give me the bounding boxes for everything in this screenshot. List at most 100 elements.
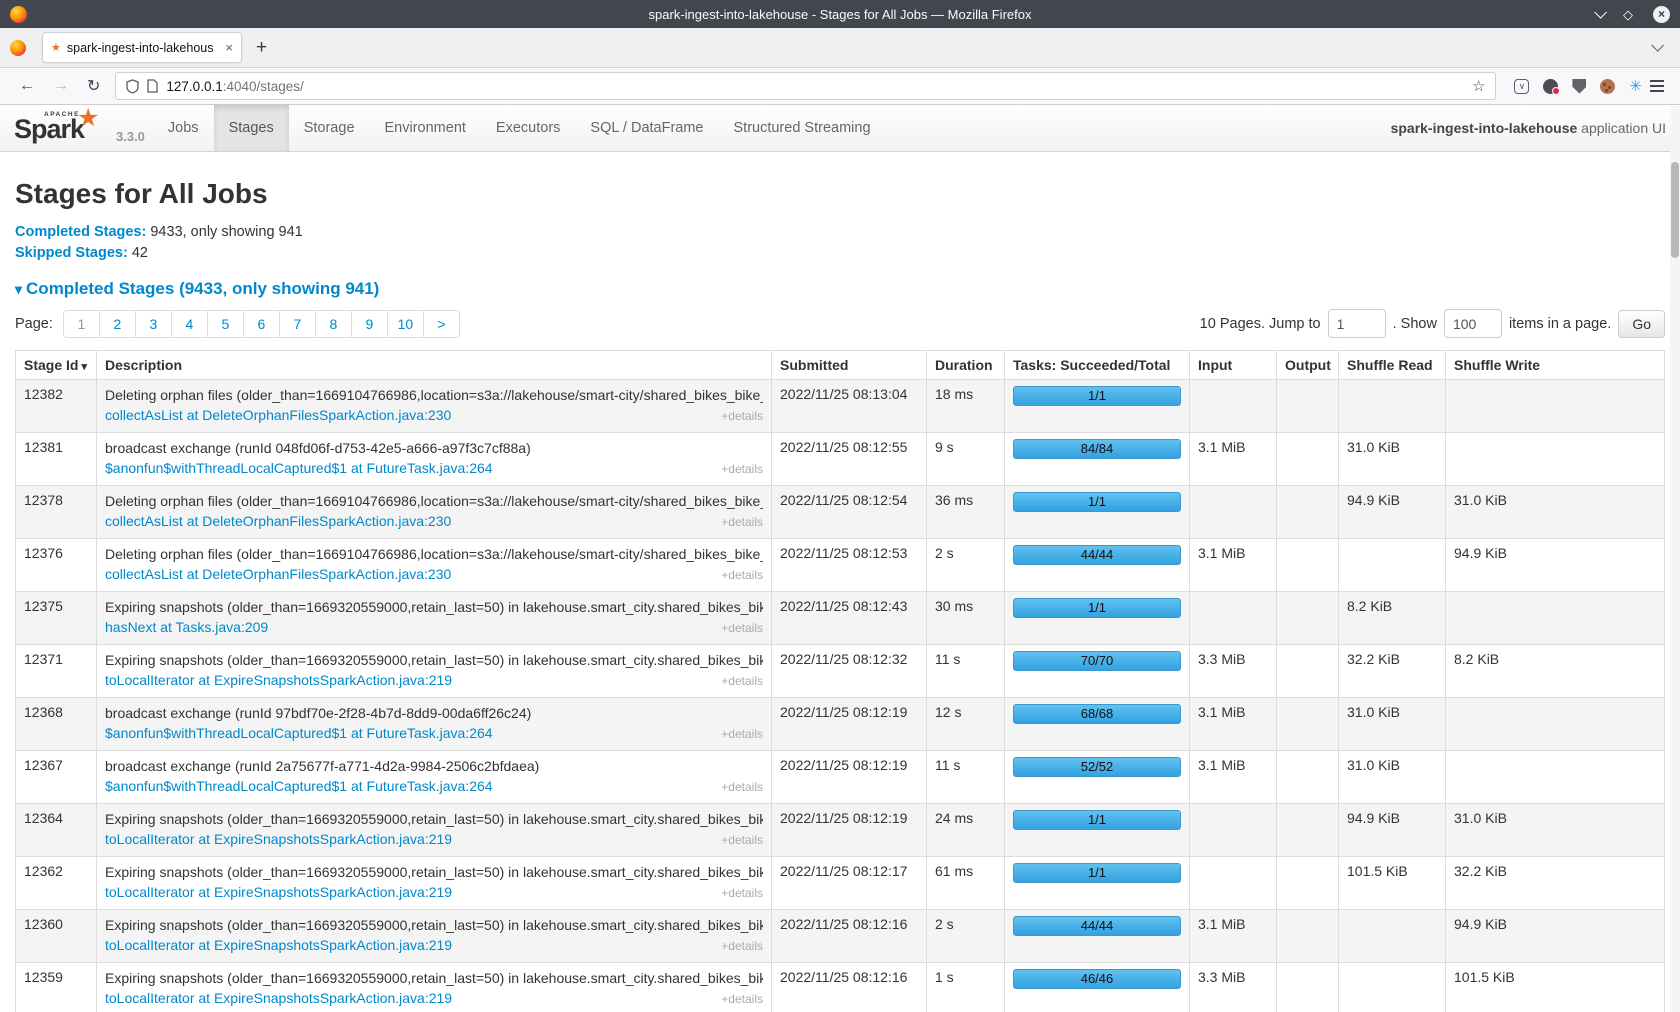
bookmark-star-icon[interactable]: ☆ xyxy=(1472,77,1485,95)
column-header-submitted[interactable]: Submitted xyxy=(772,351,927,380)
stage-description: Expiring snapshots (older_than=166932055… xyxy=(97,963,772,1012)
list-tabs-chevron-icon[interactable] xyxy=(1651,39,1664,52)
shuffle-write-size: 31.0 KiB xyxy=(1446,486,1665,539)
nav-tab-storage[interactable]: Storage xyxy=(289,105,370,151)
table-row: 12382Deleting orphan files (older_than=1… xyxy=(16,380,1665,433)
nav-tab-environment[interactable]: Environment xyxy=(370,105,481,151)
stage-detail-link[interactable]: $anonfun$withThreadLocalCaptured$1 at Fu… xyxy=(105,723,493,743)
extension-cookie-icon[interactable] xyxy=(1600,79,1615,94)
details-toggle[interactable]: +details xyxy=(721,989,763,1009)
column-header-shuffle-write[interactable]: Shuffle Write xyxy=(1446,351,1665,380)
stage-detail-link[interactable]: hasNext at Tasks.java:209 xyxy=(105,617,268,637)
page-button-10[interactable]: 10 xyxy=(387,310,424,338)
forward-button[interactable]: → xyxy=(44,77,78,95)
output-size xyxy=(1277,380,1339,433)
url-host: 127.0.0.1 xyxy=(166,79,222,94)
spark-logo[interactable]: APACHE Spark ★ xyxy=(14,105,114,152)
collapse-arrow-icon[interactable]: ▾ xyxy=(15,281,22,297)
details-toggle[interactable]: +details xyxy=(721,777,763,797)
shield-permissions-icon[interactable] xyxy=(126,79,139,94)
url-text[interactable]: 127.0.0.1:4040/stages/ xyxy=(166,79,1464,94)
details-toggle[interactable]: +details xyxy=(721,459,763,479)
window-minimize-icon[interactable] xyxy=(1594,6,1607,19)
page-button-2[interactable]: 2 xyxy=(99,310,136,338)
window-close-icon[interactable]: × xyxy=(1653,6,1670,23)
nav-tab-jobs[interactable]: Jobs xyxy=(153,105,214,151)
page-button-1[interactable]: 1 xyxy=(63,310,100,338)
column-header-output[interactable]: Output xyxy=(1277,351,1339,380)
pages-summary: 10 Pages. Jump to xyxy=(1200,316,1321,332)
go-button[interactable]: Go xyxy=(1618,310,1665,338)
tab-close-icon[interactable]: × xyxy=(225,40,233,55)
completed-stages-link[interactable]: Completed Stages: xyxy=(15,224,146,240)
page-scrollbar[interactable] xyxy=(1670,106,1680,1012)
details-toggle[interactable]: +details xyxy=(721,406,763,426)
next-page-button[interactable]: > xyxy=(423,310,460,338)
firefox-view-icon[interactable] xyxy=(10,40,26,56)
reload-button[interactable]: ↻ xyxy=(78,76,109,96)
scrollbar-thumb[interactable] xyxy=(1671,162,1679,258)
stage-detail-link[interactable]: collectAsList at DeleteOrphanFilesSparkA… xyxy=(105,511,451,531)
nav-tab-executors[interactable]: Executors xyxy=(481,105,575,151)
stage-detail-link[interactable]: $anonfun$withThreadLocalCaptured$1 at Fu… xyxy=(105,776,493,796)
url-bar[interactable]: 127.0.0.1:4040/stages/ ☆ xyxy=(115,72,1496,100)
page-button-7[interactable]: 7 xyxy=(279,310,316,338)
shuffle-read-size: 31.0 KiB xyxy=(1339,751,1446,804)
details-toggle[interactable]: +details xyxy=(721,565,763,585)
details-toggle[interactable]: +details xyxy=(721,618,763,638)
column-header-stage-id[interactable]: Stage Id ▾ xyxy=(16,351,97,380)
menu-hamburger-icon[interactable] xyxy=(1650,85,1664,87)
details-toggle[interactable]: +details xyxy=(721,830,763,850)
items-label: items in a page. xyxy=(1509,316,1611,332)
column-header-tasks-succeeded-total[interactable]: Tasks: Succeeded/Total xyxy=(1005,351,1190,380)
extension-asterisk-icon[interactable]: ✳ xyxy=(1629,77,1642,95)
completed-stages-section-header[interactable]: ▾Completed Stages (9433, only showing 94… xyxy=(15,279,1665,299)
page-info-icon[interactable] xyxy=(147,79,158,93)
stage-detail-link[interactable]: toLocalIterator at ExpireSnapshotsSparkA… xyxy=(105,670,452,690)
stage-detail-link[interactable]: collectAsList at DeleteOrphanFilesSparkA… xyxy=(105,564,451,584)
stage-detail-link[interactable]: toLocalIterator at ExpireSnapshotsSparkA… xyxy=(105,882,452,902)
extension-privacy-icon[interactable] xyxy=(1543,79,1558,94)
page-button-6[interactable]: 6 xyxy=(243,310,280,338)
page-button-9[interactable]: 9 xyxy=(351,310,388,338)
page-button-8[interactable]: 8 xyxy=(315,310,352,338)
skipped-stages-link[interactable]: Skipped Stages: xyxy=(15,245,128,261)
input-size: 3.3 MiB xyxy=(1190,645,1277,698)
details-toggle[interactable]: +details xyxy=(721,671,763,691)
stage-detail-link[interactable]: toLocalIterator at ExpireSnapshotsSparkA… xyxy=(105,935,452,955)
nav-tab-stages[interactable]: Stages xyxy=(214,105,289,151)
column-header-description[interactable]: Description xyxy=(97,351,772,380)
page-button-4[interactable]: 4 xyxy=(171,310,208,338)
column-header-input[interactable]: Input xyxy=(1190,351,1277,380)
nav-tab-structured-streaming[interactable]: Structured Streaming xyxy=(719,105,886,151)
window-titlebar: spark-ingest-into-lakehouse - Stages for… xyxy=(0,0,1680,28)
page-button-5[interactable]: 5 xyxy=(207,310,244,338)
details-toggle[interactable]: +details xyxy=(721,883,763,903)
details-toggle[interactable]: +details xyxy=(721,724,763,744)
new-tab-button[interactable]: + xyxy=(256,37,267,59)
browser-tab[interactable]: ★ spark-ingest-into-lakehous × xyxy=(42,32,242,63)
items-per-page-input[interactable] xyxy=(1444,309,1502,338)
details-toggle[interactable]: +details xyxy=(721,512,763,532)
extension-pocket-icon[interactable]: ∨ xyxy=(1514,79,1529,94)
table-row: 12364Expiring snapshots (older_than=1669… xyxy=(16,804,1665,857)
input-size: 3.1 MiB xyxy=(1190,433,1277,486)
stage-detail-link[interactable]: $anonfun$withThreadLocalCaptured$1 at Fu… xyxy=(105,458,493,478)
stage-description: Expiring snapshots (older_than=166932055… xyxy=(97,804,772,857)
progress-bar-fill: 52/52 xyxy=(1013,757,1181,777)
stage-detail-link[interactable]: collectAsList at DeleteOrphanFilesSparkA… xyxy=(105,405,451,425)
duration: 11 s xyxy=(927,645,1005,698)
extension-ublock-icon[interactable] xyxy=(1572,79,1586,94)
stage-detail-link[interactable]: toLocalIterator at ExpireSnapshotsSparkA… xyxy=(105,829,452,849)
progress-bar: 44/44 xyxy=(1013,916,1181,936)
jump-to-page-input[interactable] xyxy=(1328,309,1386,338)
column-header-duration[interactable]: Duration xyxy=(927,351,1005,380)
details-toggle[interactable]: +details xyxy=(721,936,763,956)
column-header-shuffle-read[interactable]: Shuffle Read xyxy=(1339,351,1446,380)
stage-detail-link[interactable]: toLocalIterator at ExpireSnapshotsSparkA… xyxy=(105,988,452,1008)
output-size xyxy=(1277,645,1339,698)
page-button-3[interactable]: 3 xyxy=(135,310,172,338)
window-maximize-icon[interactable]: ◇ xyxy=(1623,8,1633,21)
nav-tab-sql-dataframe[interactable]: SQL / DataFrame xyxy=(575,105,718,151)
back-button[interactable]: ← xyxy=(10,77,44,95)
